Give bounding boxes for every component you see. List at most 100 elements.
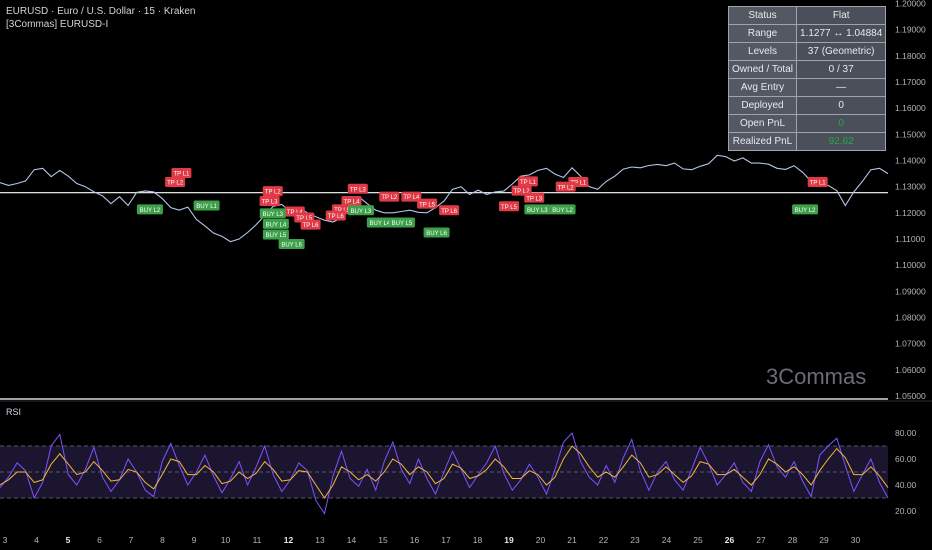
buy-marker: BUY L2 (136, 204, 163, 215)
tp-marker: TP L5 (499, 201, 519, 212)
deployed-value: 0 (795, 96, 887, 115)
price-tick-label: 1.06000 (895, 365, 926, 375)
range-key: Range (728, 24, 797, 43)
range-value: 1.1277 ↔ 1.04884 (795, 24, 887, 43)
x-tick-label: 28 (788, 535, 798, 545)
x-tick-label: 7 (129, 535, 134, 545)
price-tick-label: 1.09000 (895, 286, 926, 296)
x-tick-label: 17 (441, 535, 451, 545)
owned-row: Owned / Total 0 / 37 (728, 60, 887, 79)
buy-marker: BUY L6 (423, 227, 450, 238)
price-tick-label: 1.12000 (895, 208, 926, 218)
buy-marker: BUY L5 (388, 217, 415, 228)
avg-entry-value: — (795, 78, 887, 97)
x-tick-label: 25 (693, 535, 703, 545)
x-tick-label: 12 (284, 535, 294, 545)
marker-label: TP L1 (810, 181, 827, 187)
levels-value: 37 (Geometric) (795, 42, 887, 61)
x-tick-label: 9 (192, 535, 197, 545)
marker-label: TP L1 (173, 172, 190, 178)
x-tick-label: 3 (3, 535, 8, 545)
price-tick-label: 1.16000 (895, 103, 926, 113)
owned-value: 0 / 37 (795, 60, 887, 79)
range-row: Range 1.1277 ↔ 1.04884 (728, 24, 887, 43)
x-tick-label: 19 (504, 535, 514, 545)
levels-row: Levels 37 (Geometric) (728, 42, 887, 61)
status-value: Flat (795, 6, 887, 25)
marker-label: TP L1 (520, 180, 537, 186)
x-tick-label: 13 (315, 535, 325, 545)
marker-label: TP L2 (167, 181, 184, 187)
marker-label: BUY L3 (262, 212, 283, 218)
tp-marker: TP L2 (555, 181, 576, 192)
price-tick-label: 1.19000 (895, 25, 926, 35)
marker-label: TP L2 (265, 190, 282, 196)
tp-marker: TP L2 (165, 176, 186, 187)
open-pnl-row: Open PnL 0 (728, 114, 887, 133)
marker-label: TP L3 (262, 200, 279, 206)
buy-marker: BUY L3 (259, 208, 286, 219)
rsi-pane-title: RSI (6, 407, 22, 417)
buy-marker: BUY L5 (262, 229, 289, 240)
price-tick-label: 1.13000 (895, 182, 926, 192)
x-tick-label: 10 (221, 535, 231, 545)
marker-label: BUY L6 (426, 231, 447, 237)
tp-marker: TP L2 (379, 191, 400, 202)
x-tick-label: 4 (34, 535, 39, 545)
price-tick-label: 1.14000 (895, 156, 926, 166)
rsi-tick-label: 20.00 (895, 506, 917, 516)
marker-label: TP L3 (350, 187, 367, 193)
marker-label: BUY L5 (392, 221, 413, 227)
realized-pnl-key: Realized PnL (728, 132, 797, 151)
price-tick-label: 1.11000 (895, 234, 925, 244)
tp-marker: TP L6 (300, 219, 321, 230)
deployed-row: Deployed 0 (728, 96, 887, 115)
marker-label: BUY L3 (527, 208, 548, 214)
marker-label: BUY L4 (266, 222, 287, 228)
price-tick-label: 1.15000 (895, 129, 926, 139)
buy-marker: BUY L3 (524, 204, 551, 215)
x-tick-label: 11 (253, 535, 262, 545)
levels-key: Levels (728, 42, 797, 61)
x-tick-label: 22 (599, 535, 609, 545)
buy-marker: BUY L1 (193, 200, 220, 211)
tp-marker: TP L3 (259, 196, 280, 207)
buy-marker: BUY L2 (792, 204, 819, 215)
realized-pnl-value: 92.62 (795, 132, 887, 151)
marker-label: BUY L5 (266, 233, 287, 239)
x-tick-label: 26 (725, 535, 735, 545)
symbol-title: EURUSD · Euro / U.S. Dollar · 15 · Krake… (6, 6, 196, 17)
marker-label: BUY L2 (140, 208, 161, 214)
tp-marker: TP L3 (347, 183, 368, 194)
avg-entry-row: Avg Entry — (728, 78, 887, 97)
status-key: Status (728, 6, 797, 25)
marker-label: TP L2 (381, 195, 398, 201)
buy-marker: BUY L4 (262, 218, 289, 229)
x-tick-label: 27 (756, 535, 766, 545)
tp-marker: TP L3 (524, 192, 545, 203)
tp-marker: TP L1 (517, 176, 538, 187)
x-tick-label: 20 (536, 535, 546, 545)
x-tick-label: 5 (66, 535, 71, 545)
open-pnl-value: 0 (795, 114, 887, 133)
tp-marker: TP L1 (171, 168, 192, 179)
x-tick-label: 14 (347, 535, 357, 545)
tp-marker: TP L6 (325, 210, 346, 221)
price-tick-label: 1.05000 (895, 391, 926, 401)
marker-label: TP L3 (526, 196, 543, 202)
price-tick-label: 1.18000 (895, 51, 926, 61)
x-tick-label: 6 (97, 535, 102, 545)
rsi-tick-label: 80.00 (895, 428, 917, 438)
x-tick-label: 8 (160, 535, 165, 545)
marker-label: TP L6 (441, 209, 458, 215)
marker-label: TP L6 (328, 214, 345, 220)
marker-label: TP L5 (419, 202, 436, 208)
buy-marker: BUY L6 (278, 238, 305, 249)
price-tick-label: 1.17000 (895, 77, 926, 87)
marker-label: TP L5 (501, 205, 518, 211)
marker-label: BUY L1 (196, 204, 217, 210)
rsi-tick-label: 60.00 (895, 454, 917, 464)
x-tick-label: 23 (630, 535, 640, 545)
buy-marker: BUY L3 (347, 205, 374, 216)
marker-label: TP L2 (558, 185, 575, 191)
